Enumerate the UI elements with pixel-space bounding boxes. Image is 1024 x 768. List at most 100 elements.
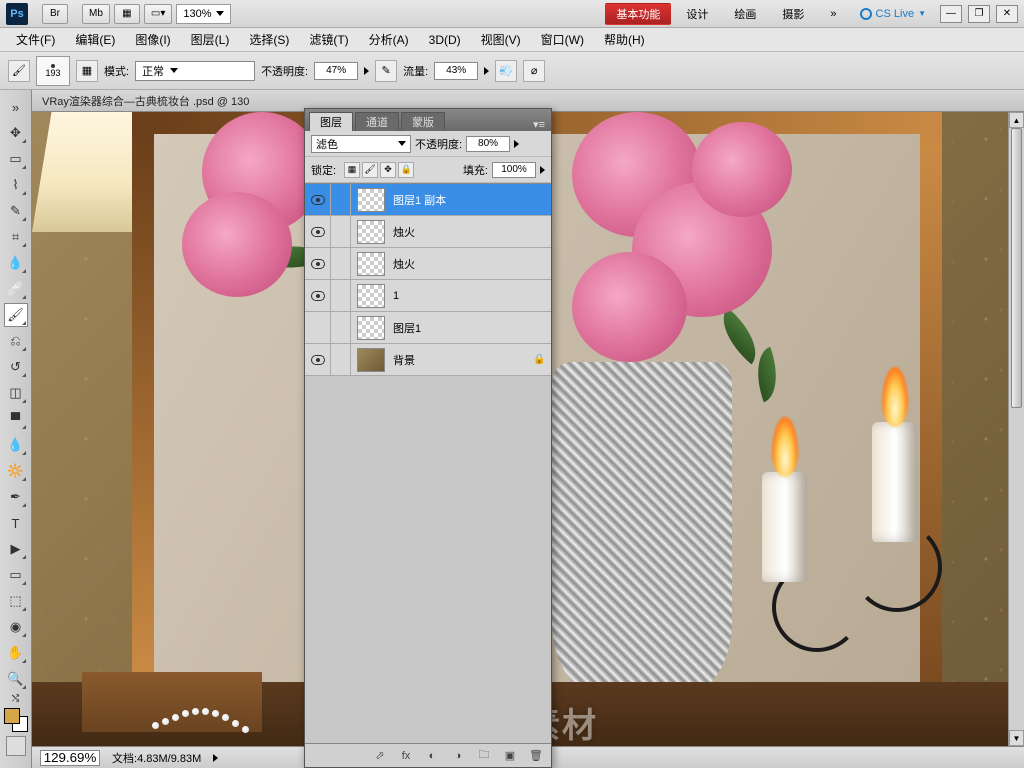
menu-analysis[interactable]: 分析(A) [359, 28, 419, 51]
type-tool[interactable]: T [4, 511, 28, 535]
layer-name[interactable]: 1 [391, 290, 533, 302]
layer-name[interactable]: 图层1 [391, 320, 533, 336]
layers-panel[interactable]: 图层 通道 蒙版 ▾≡ 滤色 不透明度: 锁定: ▦ 🖌 ✥ 🔒 填充: 图层1… [304, 108, 552, 768]
quick-mask-icon[interactable] [6, 736, 26, 756]
layer-thumbnail[interactable] [357, 284, 385, 308]
restore-button[interactable]: ❐ [968, 5, 990, 23]
lasso-tool[interactable]: ⌇ [4, 173, 28, 197]
link-layers-icon[interactable]: ⬀ [371, 747, 389, 765]
scroll-thumb[interactable] [1011, 128, 1022, 408]
lock-position-icon[interactable]: ✥ [380, 162, 396, 178]
bridge-button[interactable]: Br [42, 4, 68, 24]
fg-color-swatch[interactable] [4, 708, 20, 724]
layer-row[interactable]: 背景🔒 [305, 344, 551, 376]
move-tool[interactable]: ✥ [4, 121, 28, 145]
crop-tool[interactable]: ⌗ [4, 225, 28, 249]
menu-select[interactable]: 选择(S) [239, 28, 299, 51]
layer-thumbnail[interactable] [357, 316, 385, 340]
workspace-painting[interactable]: 绘画 [723, 3, 767, 25]
layer-name[interactable]: 烛火 [391, 224, 533, 240]
visibility-toggle[interactable] [305, 312, 331, 343]
layer-blend-mode-combo[interactable]: 滤色 [311, 135, 411, 153]
blur-tool[interactable]: 💧 [4, 433, 28, 457]
layer-row[interactable]: 烛火 [305, 248, 551, 280]
layer-row[interactable]: 图层1 [305, 312, 551, 344]
zoom-level-combo[interactable]: 130% [176, 4, 230, 24]
fill-input[interactable] [492, 162, 536, 178]
new-layer-icon[interactable]: ▣ [501, 747, 519, 765]
layer-group-icon[interactable]: 🗀 [475, 747, 493, 765]
opacity-slider-icon[interactable] [364, 67, 369, 75]
link-col[interactable] [331, 312, 351, 343]
layer-thumbnail[interactable] [357, 188, 385, 212]
path-select-tool[interactable]: ▶ [4, 537, 28, 561]
brush-panel-toggle[interactable]: ▦ [76, 60, 98, 82]
mini-bridge-button[interactable]: Mb [82, 4, 110, 24]
layer-row[interactable]: 图层1 副本 [305, 184, 551, 216]
dodge-tool[interactable]: 🔆 [4, 459, 28, 483]
scroll-down-icon[interactable]: ▼ [1009, 730, 1024, 746]
menu-window[interactable]: 窗口(W) [531, 28, 594, 51]
view-extras-button[interactable]: ▦ [114, 4, 140, 24]
visibility-toggle[interactable] [305, 184, 331, 215]
menu-view[interactable]: 视图(V) [471, 28, 531, 51]
layer-thumbnail[interactable] [357, 220, 385, 244]
gradient-tool[interactable]: ▀ [4, 407, 28, 431]
workspace-photography[interactable]: 摄影 [771, 3, 815, 25]
3d-camera-tool[interactable]: ◉ [4, 615, 28, 639]
menu-filter[interactable]: 滤镜(T) [299, 28, 358, 51]
link-col[interactable] [331, 344, 351, 375]
layer-style-icon[interactable]: fx [397, 747, 415, 765]
layer-name[interactable]: 烛火 [391, 256, 533, 272]
layer-name[interactable]: 背景 [391, 352, 533, 368]
cs-live-button[interactable]: CS Live▼ [852, 8, 934, 20]
layer-opacity-slider-icon[interactable] [514, 140, 519, 148]
fill-slider-icon[interactable] [540, 166, 545, 174]
menu-edit[interactable]: 编辑(E) [65, 28, 125, 51]
marquee-tool[interactable]: ▭ [4, 147, 28, 171]
link-col[interactable] [331, 280, 351, 311]
pen-tool[interactable]: ✒ [4, 485, 28, 509]
visibility-toggle[interactable] [305, 344, 331, 375]
scroll-up-icon[interactable]: ▲ [1009, 112, 1024, 128]
healing-brush-tool[interactable]: 🩹 [4, 277, 28, 301]
opacity-pressure-icon[interactable]: ✎ [375, 60, 397, 82]
workspace-essentials[interactable]: 基本功能 [605, 3, 671, 25]
layer-row[interactable]: 1 [305, 280, 551, 312]
zoom-input[interactable] [40, 750, 100, 766]
collapse-icon[interactable]: » [4, 95, 28, 119]
opacity-input[interactable] [314, 62, 358, 80]
shape-tool[interactable]: ▭ [4, 563, 28, 587]
minimize-button[interactable]: ― [940, 5, 962, 23]
vertical-scrollbar[interactable]: ▲ ▼ [1008, 112, 1024, 746]
layer-opacity-input[interactable] [466, 136, 510, 152]
history-brush-tool[interactable]: ↺ [4, 355, 28, 379]
menu-file[interactable]: 文件(F) [6, 28, 65, 51]
menu-help[interactable]: 帮助(H) [594, 28, 655, 51]
workspace-more[interactable]: » [819, 3, 847, 25]
visibility-toggle[interactable] [305, 248, 331, 279]
layer-name[interactable]: 图层1 副本 [391, 192, 533, 208]
layer-mask-icon[interactable]: ◐ [423, 747, 441, 765]
eyedropper-tool[interactable]: 💧 [4, 251, 28, 275]
hand-tool[interactable]: ✋ [4, 641, 28, 665]
clone-stamp-tool[interactable]: ⎌ [4, 329, 28, 353]
screen-mode-button[interactable]: ▭▾ [144, 4, 172, 24]
lock-pixels-icon[interactable]: 🖌 [362, 162, 378, 178]
workspace-design[interactable]: 设计 [675, 3, 719, 25]
tab-channels[interactable]: 通道 [355, 112, 399, 131]
blend-mode-combo[interactable]: 正常 [135, 61, 255, 81]
link-col[interactable] [331, 216, 351, 247]
link-col[interactable] [331, 248, 351, 279]
panel-menu-icon[interactable]: ▾≡ [527, 118, 551, 131]
zoom-tool[interactable]: 🔍 [4, 667, 28, 691]
close-button[interactable]: ✕ [996, 5, 1018, 23]
flow-slider-icon[interactable] [484, 67, 489, 75]
delete-layer-icon[interactable]: 🗑 [527, 747, 545, 765]
airbrush-icon[interactable]: 💨 [495, 60, 517, 82]
lock-transparency-icon[interactable]: ▦ [344, 162, 360, 178]
visibility-toggle[interactable] [305, 216, 331, 247]
tablet-pressure-icon[interactable]: ⌀ [523, 60, 545, 82]
tool-preset-picker[interactable]: 🖌 [8, 60, 30, 82]
color-swatches[interactable] [4, 708, 28, 732]
